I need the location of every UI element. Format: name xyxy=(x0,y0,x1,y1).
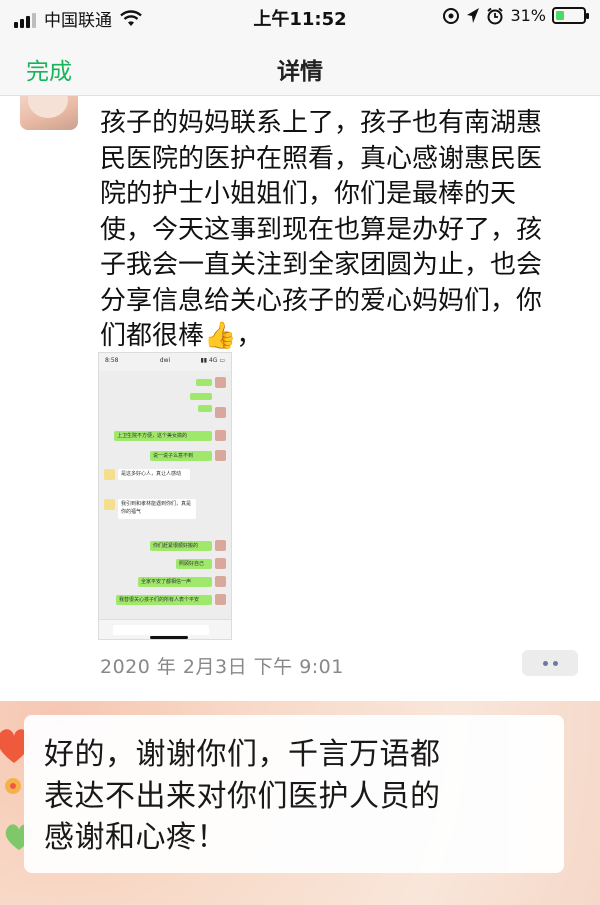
reply-text: 好的，谢谢你们，千言万语都 表达不出来对你们医护人员的 感谢和心疼！ xyxy=(44,737,441,855)
message-timestamp: 2020 年 2月3日 下午 9:01 xyxy=(100,656,344,678)
chat-avatar-right xyxy=(215,576,226,587)
embedded-status: 8:58 dwi ▮▮ 4G ▭ xyxy=(99,353,231,371)
chat-bubble-right: 照顾好自己 xyxy=(176,559,212,569)
battery-percent: 31% xyxy=(510,6,546,25)
message-text: 孩子的妈妈联系上了，孩子也有南湖惠 民医院的医护在照看，真心感谢惠民医 院的护士… xyxy=(100,106,590,355)
reply-panel: 好的，谢谢你们，千言万语都 表达不出来对你们医护人员的 感谢和心疼！ xyxy=(0,701,600,905)
nav-bar: 完成 详情 xyxy=(0,34,600,96)
chat-avatar-left xyxy=(104,469,115,480)
chat-bubble-right: 全家平安了都相信一声 xyxy=(138,577,212,587)
embedded-status-icons: ▮▮ 4G ▭ xyxy=(200,357,225,364)
chat-bubble-right xyxy=(196,379,212,386)
location-icon xyxy=(467,7,480,23)
flower-decoration-icon xyxy=(5,778,21,794)
battery-icon xyxy=(552,7,589,24)
chat-bubble-right: 你们赶紧很顺好搬的 xyxy=(150,541,212,551)
chat-bubble-right: 我替很关心孩子们的所有人表个平安 xyxy=(116,595,212,605)
avatar[interactable] xyxy=(20,96,78,130)
home-indicator xyxy=(150,636,188,639)
chat-bubble-right: 上卫生院不方便，这个美女搞的 xyxy=(114,431,212,441)
status-right: 31% xyxy=(442,6,589,25)
message-trailing-punct: ， xyxy=(236,321,263,351)
chat-avatar-right xyxy=(215,558,226,569)
screen-lock-icon xyxy=(443,7,460,24)
chat-bubble-right: 说一说子么意不到 xyxy=(150,451,212,461)
message-body: 孩子的妈妈联系上了，孩子也有南湖惠 民医院的医护在照看，真心感谢惠民医 院的护士… xyxy=(100,108,543,351)
reply-card: 好的，谢谢你们，千言万语都 表达不出来对你们医护人员的 感谢和心疼！ xyxy=(24,715,564,873)
thumbs-up-icon: 👍 xyxy=(204,321,237,351)
chat-avatar-right xyxy=(215,450,226,461)
chat-avatar-left xyxy=(104,499,115,510)
chat-bubble-right xyxy=(190,393,212,400)
chat-avatar-right xyxy=(215,540,226,551)
more-options-button[interactable] xyxy=(522,650,578,676)
chat-bubble-left: 是这多好心人，真让人感动 xyxy=(118,469,190,480)
chat-bubble-right xyxy=(198,405,212,412)
chat-avatar-right xyxy=(215,594,226,605)
embedded-chat-screenshot[interactable]: 8:58 dwi ▮▮ 4G ▭ 上卫生院不方便，这个美女搞的 说一说子么意不到… xyxy=(98,352,232,640)
status-bar: 中国联通 上午11:52 31% xyxy=(0,0,600,34)
chat-bubble-left: 我引到和孝林能遇到你们，真是你的福气 xyxy=(118,499,196,519)
chat-avatar-right xyxy=(215,430,226,441)
alarm-icon xyxy=(487,7,504,24)
chat-avatar-right xyxy=(215,407,226,418)
page-title: 详情 xyxy=(277,59,323,85)
chat-avatar-right xyxy=(215,377,226,388)
